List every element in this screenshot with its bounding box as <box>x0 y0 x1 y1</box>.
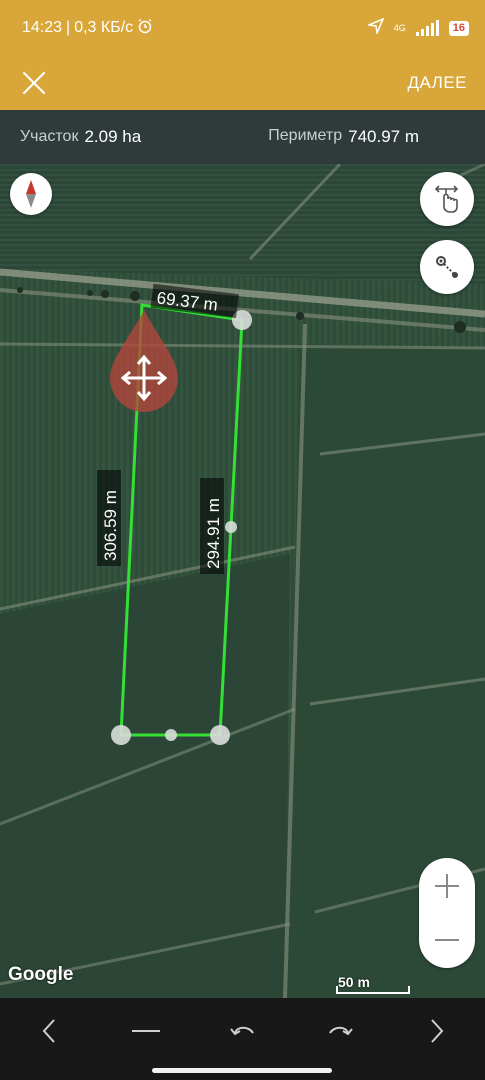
scale-line <box>336 992 410 994</box>
compass-button[interactable] <box>10 173 52 215</box>
google-attribution: Google <box>8 964 74 985</box>
close-icon[interactable] <box>20 68 50 98</box>
midpoint-handle[interactable] <box>165 729 177 741</box>
forward-chevron-icon[interactable] <box>417 1016 457 1046</box>
touch-mode-button[interactable] <box>420 172 474 226</box>
area-value: 2.09 ha <box>84 127 142 146</box>
scale-label: 50 m <box>338 974 370 990</box>
location-arrow-icon <box>365 17 385 39</box>
next-button[interactable]: ДАЛЕЕ <box>407 73 467 93</box>
scale-tick <box>408 986 410 994</box>
home-line-icon[interactable] <box>126 1016 166 1046</box>
status-speed: 0,3 КБ/с <box>74 19 134 36</box>
alarm-icon <box>137 18 153 39</box>
edge-length-left: 306.59 m <box>101 490 120 561</box>
edge-length-right: 294.91 m <box>204 498 223 569</box>
zoom-controls <box>419 858 475 968</box>
status-left: 14:23 | 0,3 КБ/с <box>22 18 153 39</box>
battery-level: 16 <box>452 21 465 34</box>
edge-label-right: 294.91 m <box>200 478 224 574</box>
edge-label-left: 306.59 m <box>97 470 121 566</box>
minus-icon[interactable] <box>419 913 475 968</box>
status-right: 4G 16 <box>365 17 469 39</box>
gps-measure-icon <box>436 256 458 278</box>
scale-bar: 50 m <box>336 974 412 996</box>
map-imagery: 69.37 m 306.59 m 294.91 m <box>0 164 485 998</box>
touch-mode-icon <box>434 185 459 213</box>
measurement-info-bar: Участок 2.09 ha Периметр 740.97 m <box>0 110 485 164</box>
area-label: Участок <box>20 128 79 145</box>
redo-icon[interactable] <box>320 1016 360 1046</box>
perimeter-value: 740.97 m <box>348 127 419 146</box>
back-chevron-icon[interactable] <box>29 1016 69 1046</box>
scale-tick <box>336 986 338 994</box>
home-indicator[interactable] <box>152 1068 332 1073</box>
status-separator: | <box>66 19 71 36</box>
network-type: 4G <box>393 22 406 33</box>
perimeter-label: Периметр <box>268 127 343 144</box>
gps-measure-button[interactable] <box>420 240 474 294</box>
satellite-map[interactable]: 69.37 m 306.59 m 294.91 m Google 50 m <box>0 164 485 998</box>
undo-icon[interactable] <box>223 1016 263 1046</box>
status-bar: 14:23 | 0,3 КБ/с 4G 16 <box>0 0 485 56</box>
compass-icon <box>26 180 36 208</box>
midpoint-handle[interactable] <box>225 521 237 533</box>
battery-icon: 16 <box>448 20 469 36</box>
app-bar: ДАЛЕЕ <box>0 56 485 110</box>
plus-icon[interactable] <box>419 858 475 913</box>
signal-icon <box>415 20 439 36</box>
vertex-handle[interactable] <box>111 725 131 745</box>
status-time: 14:23 <box>22 19 63 36</box>
vertex-handle[interactable] <box>210 725 230 745</box>
